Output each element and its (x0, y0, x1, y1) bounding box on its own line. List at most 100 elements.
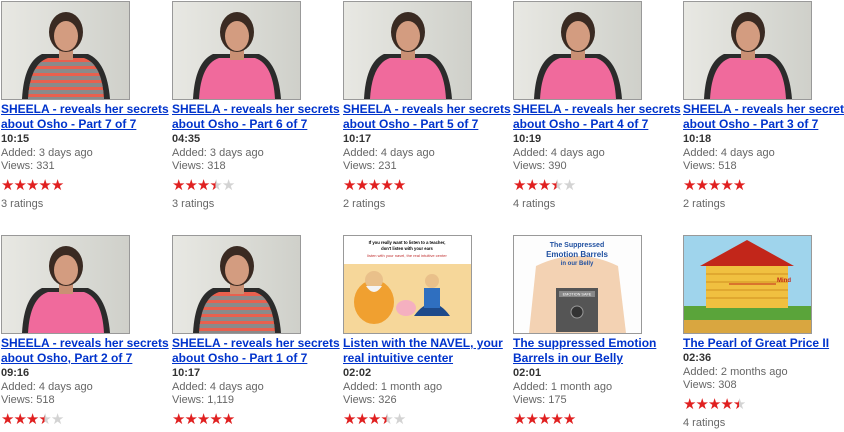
star-icon: ★ (13, 411, 26, 428)
star-icon: ★ (695, 177, 708, 194)
star-icon: ★ (380, 411, 393, 428)
video-thumbnail[interactable]: Mind (683, 235, 812, 334)
rating-count: 4 ratings (683, 417, 726, 429)
video-view-count: Views: 175 (513, 394, 567, 406)
video-added-date: Added: 1 month ago (343, 381, 443, 393)
video-duration: 02:02 (343, 367, 372, 379)
star-icon: ★ (355, 177, 368, 194)
video-thumbnail[interactable] (1, 1, 130, 100)
rating-count: 2 ratings (343, 198, 386, 210)
rating-count: 2 ratings (683, 198, 726, 210)
star-icon: ★ (343, 411, 356, 428)
svg-text:listen with your navel, the re: listen with your navel, the real intuiti… (367, 253, 447, 258)
star-rating: ★★★★★ (1, 411, 169, 428)
star-icon: ★ (695, 396, 708, 413)
star-icon: ★ (209, 177, 222, 194)
video-title-link[interactable]: SHEELA - reveals her secrets about Osho … (172, 102, 340, 132)
video-thumbnail[interactable] (172, 235, 301, 334)
video-title-link[interactable]: SHEELA - reveals her secrets about Osho … (172, 336, 340, 366)
video-thumbnail[interactable] (1, 235, 130, 334)
star-icon: ★ (38, 177, 51, 194)
star-icon: ★ (355, 411, 368, 428)
video-added-date: Added: 3 days ago (1, 147, 93, 159)
video-thumbnail[interactable] (343, 1, 472, 100)
star-icon: ★ (172, 177, 185, 194)
star-rating: ★★★★★ (683, 177, 844, 194)
video-title-link[interactable]: SHEELA - reveals her secrets about Osho … (1, 102, 169, 132)
star-icon: ★ (720, 177, 733, 194)
star-icon: ★ (562, 177, 576, 194)
star-rating: ★★★★★ (513, 177, 681, 194)
video-title-link[interactable]: SHEELA - reveals her secrets about Osho … (343, 102, 511, 132)
video-card: The Suppressed Emotion Barrels in our Be… (513, 235, 681, 432)
video-card: Mind The Pearl of Great Price II 02:36 A… (683, 235, 844, 430)
video-view-count: Views: 331 (1, 160, 55, 172)
video-card: SHEELA - reveals her secrets about Osho … (513, 1, 681, 211)
video-title-link[interactable]: SHEELA - reveals her secrets about Osho … (683, 102, 844, 132)
star-icon: ★ (392, 177, 406, 194)
svg-text:The Suppressed: The Suppressed (550, 242, 604, 249)
video-duration: 10:18 (683, 133, 712, 145)
star-icon: ★ (525, 177, 538, 194)
svg-text:don't listen with your ears: don't listen with your ears (381, 246, 433, 251)
video-duration: 09:16 (1, 367, 30, 379)
star-icon: ★ (513, 177, 526, 194)
video-duration: 04:35 (172, 133, 201, 145)
star-icon: ★ (1, 177, 14, 194)
video-added-date: Added: 2 months ago (683, 366, 788, 378)
video-view-count: Views: 326 (343, 394, 397, 406)
star-icon: ★ (537, 411, 551, 428)
rating-count: 3 ratings (172, 198, 215, 210)
video-view-count: Views: 231 (343, 160, 397, 172)
video-card: If you really want to listen to a teache… (343, 235, 511, 432)
rating-count: 4 ratings (513, 198, 556, 210)
star-icon: ★ (550, 177, 563, 194)
star-icon: ★ (732, 177, 746, 194)
star-icon: ★ (707, 396, 721, 413)
star-icon: ★ (537, 177, 551, 194)
video-title-link[interactable]: SHEELA - reveals her secrets about Osho,… (1, 336, 169, 366)
star-icon: ★ (196, 411, 210, 428)
video-view-count: Views: 390 (513, 160, 567, 172)
star-icon: ★ (25, 177, 39, 194)
star-icon: ★ (550, 411, 563, 428)
star-icon: ★ (525, 411, 538, 428)
star-icon: ★ (513, 411, 526, 428)
video-duration: 10:15 (1, 133, 30, 145)
video-thumbnail[interactable] (513, 1, 642, 100)
video-view-count: Views: 518 (1, 394, 55, 406)
rating-count: 3 ratings (1, 198, 44, 210)
star-rating: ★★★★★ (343, 411, 511, 428)
star-rating: ★★★★★ (172, 177, 340, 194)
svg-text:in our Belly: in our Belly (561, 261, 594, 267)
video-thumbnail[interactable] (683, 1, 812, 100)
video-thumbnail[interactable]: If you really want to listen to a teache… (343, 235, 472, 334)
star-rating: ★★★★★ (683, 396, 844, 413)
svg-text:If you really want to listen t: If you really want to listen to a teache… (369, 240, 446, 245)
star-icon: ★ (221, 177, 235, 194)
svg-text:Mind: Mind (777, 278, 791, 284)
video-added-date: Added: 1 month ago (513, 381, 613, 393)
video-title-link[interactable]: The Pearl of Great Price II (683, 336, 844, 351)
video-added-date: Added: 4 days ago (683, 147, 775, 159)
star-icon: ★ (562, 411, 576, 428)
star-icon: ★ (13, 177, 26, 194)
video-card: SHEELA - reveals her secrets about Osho,… (1, 235, 169, 432)
video-title-link[interactable]: SHEELA - reveals her secrets about Osho … (513, 102, 681, 132)
video-thumbnail[interactable]: The Suppressed Emotion Barrels in our Be… (513, 235, 642, 334)
video-card: SHEELA - reveals her secrets about Osho … (683, 1, 844, 211)
video-duration: 02:36 (683, 352, 712, 364)
video-thumbnail[interactable] (172, 1, 301, 100)
video-duration: 02:01 (513, 367, 542, 379)
video-added-date: Added: 4 days ago (343, 147, 435, 159)
star-icon: ★ (343, 177, 356, 194)
video-card: SHEELA - reveals her secrets about Osho … (1, 1, 169, 211)
video-title-link[interactable]: The suppressed Emotion Barrels in our Be… (513, 336, 681, 366)
video-card: SHEELA - reveals her secrets about Osho … (343, 1, 511, 211)
video-title-link[interactable]: Listen with the NAVEL, your real intuiti… (343, 336, 511, 366)
video-view-count: Views: 308 (683, 379, 737, 391)
star-icon: ★ (683, 177, 696, 194)
star-icon: ★ (25, 411, 39, 428)
video-card: SHEELA - reveals her secrets about Osho … (172, 235, 340, 432)
star-rating: ★★★★★ (1, 177, 169, 194)
